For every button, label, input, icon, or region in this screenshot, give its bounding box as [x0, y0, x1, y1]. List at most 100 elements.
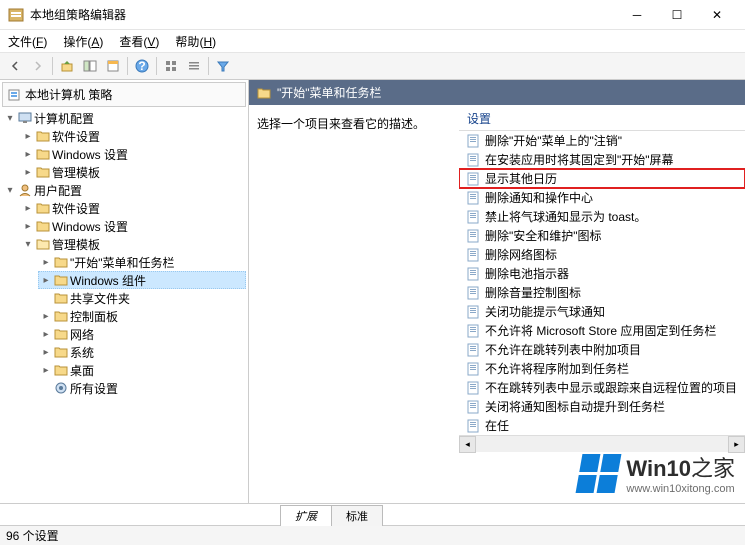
app-icon [8, 7, 24, 23]
menu-view[interactable]: 查看(V) [115, 31, 163, 52]
setting-item-label: 显示其他日历 [485, 170, 557, 187]
setting-item-label: 关闭功能提示气球通知 [485, 303, 605, 320]
setting-item-label: 删除网络图标 [485, 246, 557, 263]
expand-icon[interactable]: ▸ [40, 256, 52, 268]
tree-computer-admin[interactable]: ▸管理模板 [20, 163, 246, 181]
setting-item[interactable]: 不允许在跳转列表中附加项目 [459, 340, 745, 359]
setting-item[interactable]: 删除电池指示器 [459, 264, 745, 283]
setting-item-label: 不在跳转列表中显示或跟踪来自远程位置的项目 [485, 379, 737, 396]
back-button[interactable] [4, 55, 26, 77]
expand-icon[interactable]: ▸ [22, 202, 34, 214]
tree-computer-software[interactable]: ▸软件设置 [20, 127, 246, 145]
setting-item-label: 删除音量控制图标 [485, 284, 581, 301]
tree-user-windows[interactable]: ▸Windows 设置 [20, 217, 246, 235]
properties-button[interactable] [102, 55, 124, 77]
tree-windows-components[interactable]: ▸Windows 组件 [38, 271, 246, 289]
setting-item-icon [467, 191, 479, 205]
folder-icon [36, 148, 50, 160]
tree-control-panel[interactable]: ▸控制面板 [38, 307, 246, 325]
folder-icon [36, 220, 50, 232]
setting-item-icon [467, 153, 479, 167]
description-prompt: 选择一个项目来查看它的描述。 [257, 115, 451, 132]
setting-item-icon [467, 362, 479, 376]
expand-icon[interactable]: ▸ [22, 166, 34, 178]
setting-item-icon [467, 229, 479, 243]
folder-open-icon [36, 238, 50, 250]
expand-icon[interactable]: ▸ [40, 274, 52, 286]
tree-network[interactable]: ▸网络 [38, 325, 246, 343]
setting-item-label: 关闭将通知图标自动提升到任务栏 [485, 398, 665, 415]
tree-root-label: 本地计算机 策略 [25, 86, 112, 103]
setting-item-label: 在任 [485, 417, 509, 434]
show-hide-tree-button[interactable] [79, 55, 101, 77]
user-icon [18, 183, 32, 197]
setting-item[interactable]: 删除通知和操作中心 [459, 188, 745, 207]
expand-icon[interactable]: ▸ [40, 364, 52, 376]
tree-system[interactable]: ▸系统 [38, 343, 246, 361]
setting-item[interactable]: 禁止将气球通知显示为 toast。 [459, 207, 745, 226]
tree-computer-windows[interactable]: ▸Windows 设置 [20, 145, 246, 163]
scroll-left-button[interactable]: ◂ [459, 436, 476, 453]
settings-column-header[interactable]: 设置 [459, 107, 745, 131]
icons-view-button[interactable] [160, 55, 182, 77]
setting-item[interactable]: 在任 [459, 416, 745, 435]
tree-panel[interactable]: 本地计算机 策略 ▾ 计算机配置 ▸软件设置 ▸Windows 设置 ▸管理模板… [0, 80, 249, 503]
setting-item[interactable]: 不允许将程序附加到任务栏 [459, 359, 745, 378]
help-button[interactable]: ? [131, 55, 153, 77]
setting-item[interactable]: 删除"开始"菜单上的"注销" [459, 131, 745, 150]
setting-item[interactable]: 在安装应用时将其固定到"开始"屏幕 [459, 150, 745, 169]
menu-file[interactable]: 文件(F) [4, 31, 51, 52]
tree-user-config[interactable]: ▾ 用户配置 [2, 181, 246, 199]
tree-shared-folders[interactable]: 共享文件夹 [38, 289, 246, 307]
setting-item[interactable]: 不在跳转列表中显示或跟踪来自远程位置的项目 [459, 378, 745, 397]
collapse-icon[interactable]: ▾ [22, 238, 34, 250]
filter-button[interactable] [212, 55, 234, 77]
folder-icon [36, 130, 50, 142]
svg-text:?: ? [138, 59, 145, 73]
forward-button[interactable] [27, 55, 49, 77]
setting-item-label: 在安装应用时将其固定到"开始"屏幕 [485, 151, 674, 168]
menu-action[interactable]: 操作(A) [59, 31, 107, 52]
menu-help[interactable]: 帮助(H) [171, 31, 220, 52]
close-button[interactable]: ✕ [697, 0, 737, 30]
setting-item[interactable]: 关闭将通知图标自动提升到任务栏 [459, 397, 745, 416]
policy-icon [7, 88, 21, 102]
status-text: 96 个设置 [6, 527, 59, 544]
up-button[interactable] [56, 55, 78, 77]
list-view-button[interactable] [183, 55, 205, 77]
setting-item-icon [467, 210, 479, 224]
window-title: 本地组策略编辑器 [30, 6, 617, 23]
expand-icon[interactable]: ▸ [40, 310, 52, 322]
setting-item-label: 不允许将 Microsoft Store 应用固定到任务栏 [485, 322, 716, 339]
setting-item[interactable]: 不允许将 Microsoft Store 应用固定到任务栏 [459, 321, 745, 340]
expand-icon[interactable]: ▸ [22, 148, 34, 160]
folder-icon [54, 256, 68, 268]
setting-item-icon [467, 419, 479, 433]
folder-icon [36, 166, 50, 178]
tree-user-software[interactable]: ▸软件设置 [20, 199, 246, 217]
setting-item-label: 删除"安全和维护"图标 [485, 227, 602, 244]
expand-icon[interactable]: ▸ [22, 220, 34, 232]
setting-item[interactable]: 显示其他日历 [459, 169, 745, 188]
tree-start-menu[interactable]: ▸"开始"菜单和任务栏 [38, 253, 246, 271]
horizontal-scrollbar[interactable]: ◂ ▸ [459, 435, 745, 452]
expand-icon[interactable]: ▸ [40, 346, 52, 358]
scroll-right-button[interactable]: ▸ [728, 436, 745, 453]
tree-user-admin[interactable]: ▾管理模板 [20, 235, 246, 253]
tree-all-settings[interactable]: 所有设置 [38, 379, 246, 397]
tree-desktop[interactable]: ▸桌面 [38, 361, 246, 379]
collapse-icon[interactable]: ▾ [4, 112, 16, 124]
setting-item[interactable]: 关闭功能提示气球通知 [459, 302, 745, 321]
expand-icon[interactable]: ▸ [22, 130, 34, 142]
setting-item[interactable]: 删除"安全和维护"图标 [459, 226, 745, 245]
collapse-icon[interactable]: ▾ [4, 184, 16, 196]
maximize-button[interactable]: ☐ [657, 0, 697, 30]
folder-icon [54, 310, 68, 322]
setting-item-icon [467, 267, 479, 281]
setting-item[interactable]: 删除音量控制图标 [459, 283, 745, 302]
minimize-button[interactable]: ─ [617, 0, 657, 30]
setting-item-label: 不允许在跳转列表中附加项目 [485, 341, 641, 358]
expand-icon[interactable]: ▸ [40, 328, 52, 340]
setting-item[interactable]: 删除网络图标 [459, 245, 745, 264]
tree-computer-config[interactable]: ▾ 计算机配置 [2, 109, 246, 127]
